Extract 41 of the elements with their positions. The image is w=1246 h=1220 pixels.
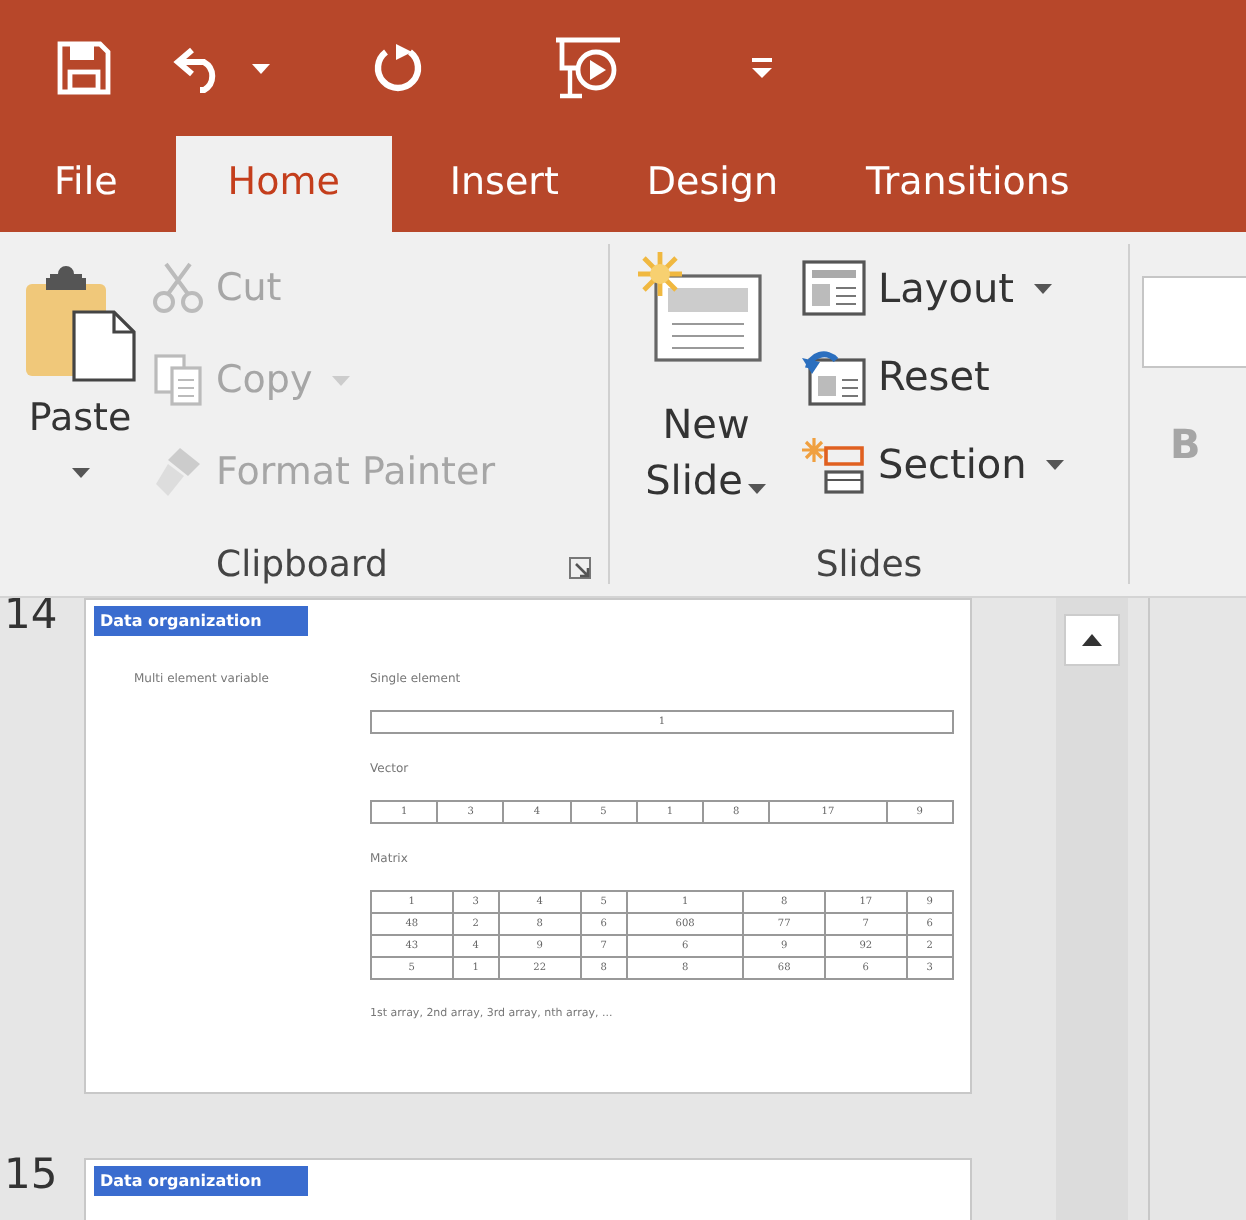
- ribbon-tab[interactable]: Design: [616, 136, 809, 232]
- caret-icon[interactable]: [252, 63, 270, 73]
- ribbon-tab[interactable]: Insert: [419, 136, 589, 232]
- reset-button[interactable]: Reset: [802, 344, 1065, 408]
- scrollbar[interactable]: [1056, 598, 1128, 1220]
- button-label: Paste: [28, 396, 132, 440]
- layout-button[interactable]: Layout: [802, 256, 1065, 320]
- section-button[interactable]: Section: [802, 432, 1065, 496]
- new-slide-icon: [636, 252, 764, 364]
- slide-number: 15: [2, 1150, 60, 1198]
- slide-thumbnail[interactable]: [84, 598, 972, 1094]
- ribbon-tab[interactable]: Transitions: [836, 136, 1100, 232]
- group-label: Slides: [815, 543, 923, 585]
- dialog-launcher-icon[interactable]: [568, 556, 592, 580]
- clipboard-icon: [22, 260, 138, 384]
- ribbon-tab[interactable]: File: [24, 136, 148, 232]
- save-icon[interactable]: [56, 40, 112, 96]
- group-label: Clipboard: [216, 543, 388, 585]
- font-field[interactable]: [1142, 276, 1246, 368]
- reset-icon: [802, 347, 866, 405]
- slideshow-icon[interactable]: [554, 36, 622, 100]
- scroll-up-button[interactable]: [1064, 614, 1120, 666]
- redo-icon[interactable]: [370, 40, 426, 96]
- up-arrow-icon: [1082, 634, 1102, 646]
- slide-thumbnail[interactable]: Data organization: [84, 1158, 972, 1220]
- slide-number: 14: [2, 598, 60, 638]
- slide-title: Data organization: [94, 606, 308, 636]
- slide-title: Data organization: [94, 1166, 308, 1196]
- customize-icon[interactable]: [750, 56, 774, 80]
- caret-icon[interactable]: [1046, 459, 1065, 469]
- paste-button[interactable]: Paste: [0, 232, 152, 532]
- caret-icon[interactable]: [71, 468, 89, 478]
- ribbon-tab[interactable]: Home: [175, 136, 392, 232]
- layout-icon: [802, 259, 866, 317]
- caret-icon[interactable]: [748, 484, 767, 494]
- scissors-icon: [152, 260, 204, 316]
- new-slide-button[interactable]: New Slide: [614, 232, 790, 532]
- caret-icon[interactable]: [1034, 283, 1052, 293]
- copy-icon: [152, 352, 204, 408]
- section-icon: [802, 435, 866, 493]
- paintbrush-icon: [152, 444, 204, 500]
